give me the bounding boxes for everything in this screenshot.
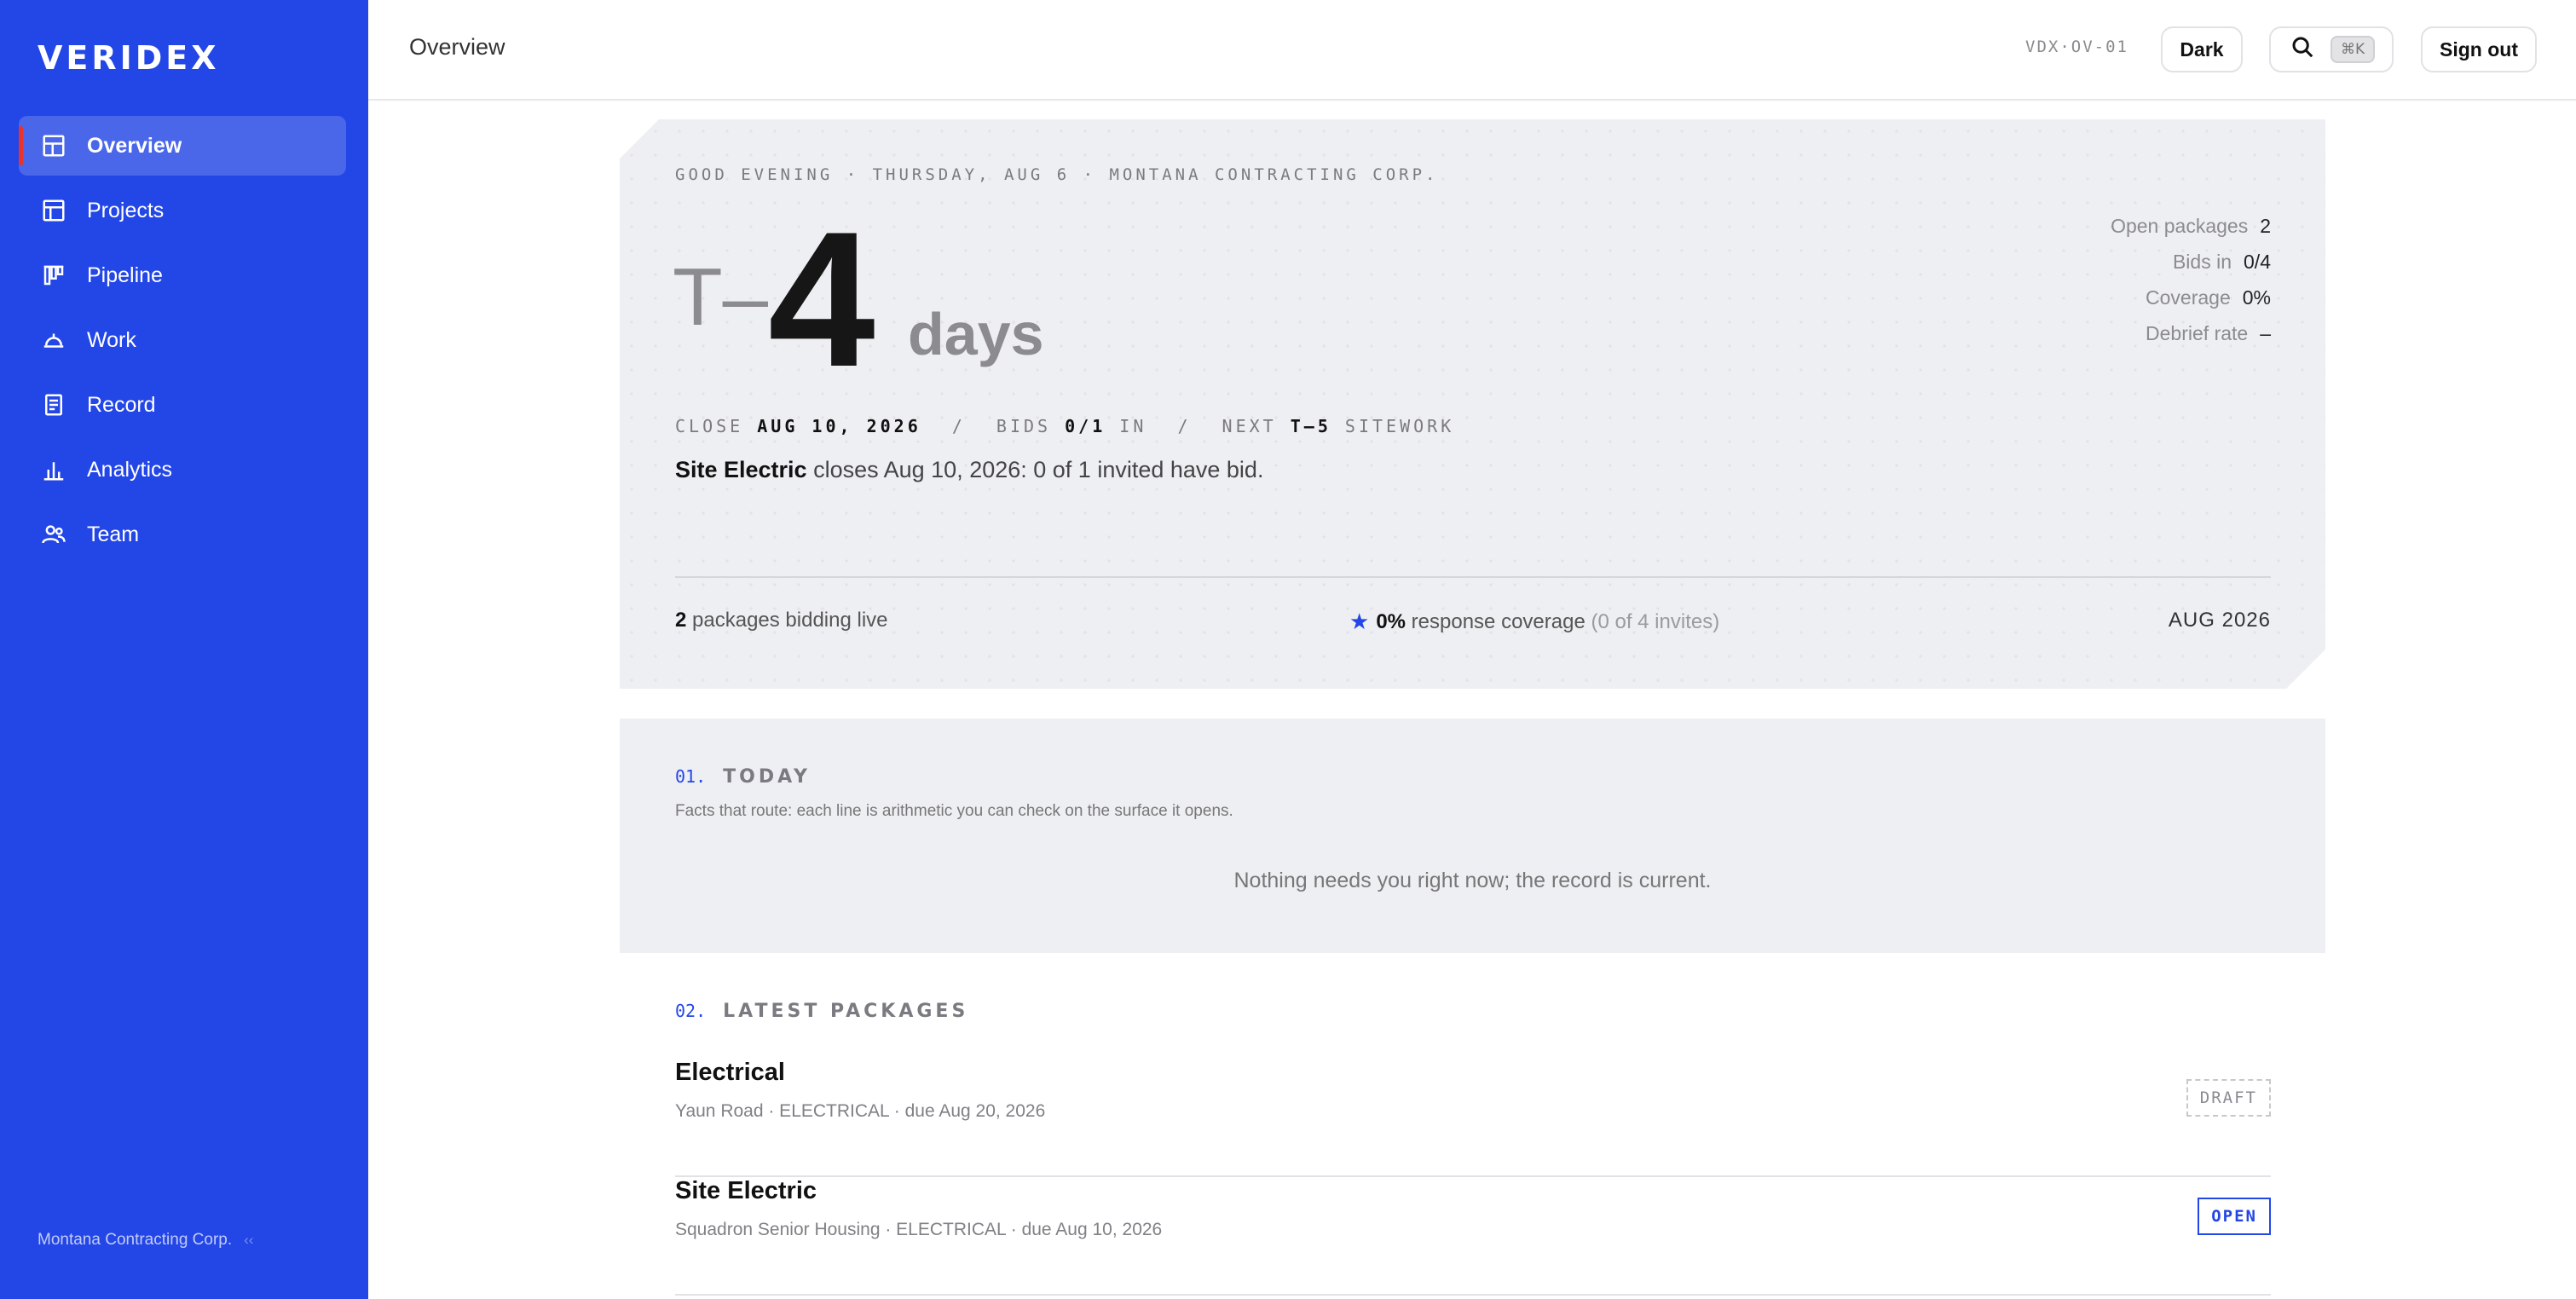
greeting-line: GOOD EVENING · THURSDAY, AUG 6 · MONTANA…: [675, 165, 1439, 184]
stat-value: 2: [2260, 215, 2271, 237]
divider: [675, 576, 2271, 578]
close-summary[interactable]: Site Electric closes Aug 10, 2026: 0 of …: [675, 457, 1263, 483]
coverage-text: response coverage: [1406, 609, 1591, 633]
close-meta-line: CLOSE AUG 10, 2026 / BIDS 0/1 IN / NEXT …: [675, 416, 1454, 436]
stat-label: Coverage: [2146, 286, 2231, 309]
section-number: 02.: [675, 1001, 707, 1021]
next-suffix: SITEWORK: [1344, 416, 1455, 436]
sidebar-item-pipeline[interactable]: Pipeline: [19, 245, 346, 305]
sidebar-item-label: Team: [87, 522, 140, 546]
sidebar-item-label: Pipeline: [87, 263, 163, 287]
sidebar-item-analytics[interactable]: Analytics: [19, 440, 346, 499]
table-icon: [41, 198, 66, 223]
star-icon: ★: [1349, 609, 1370, 634]
page-title: Overview: [409, 34, 505, 60]
collapse-icon[interactable]: ‹‹: [244, 1232, 253, 1249]
sidebar-item-projects[interactable]: Projects: [19, 181, 346, 240]
kanban-icon: [41, 263, 66, 288]
stat-open-packages[interactable]: Open packages 2: [2111, 208, 2271, 244]
countdown-unit: days: [908, 301, 1044, 367]
topbar: Overview VDX·OV-01 Dark ⌘K Sign out: [368, 0, 2576, 101]
bar-chart-icon: [41, 457, 66, 482]
package-meta: Squadron Senior Housing · ELECTRICAL · d…: [675, 1220, 1163, 1239]
stat-coverage[interactable]: Coverage 0%: [2111, 280, 2271, 315]
sidebar-item-team[interactable]: Team: [19, 505, 346, 564]
stat-label: Debrief rate: [2146, 322, 2249, 344]
coverage-detail: (0 of 4 invites): [1591, 609, 1720, 633]
section-header: 01. TODAY: [675, 766, 811, 788]
separator: /: [951, 416, 966, 436]
sidebar-item-work[interactable]: Work: [19, 310, 346, 370]
stat-bids-in[interactable]: Bids in 0/4: [2111, 244, 2271, 280]
bids-suffix: IN: [1119, 416, 1147, 436]
stats-list: Open packages 2 Bids in 0/4 Coverage 0% Deb…: [2111, 208, 2271, 351]
sidebar-item-label: Overview: [87, 133, 182, 158]
sidebar-item-label: Record: [87, 392, 156, 417]
sign-out-button[interactable]: Sign out: [2421, 26, 2537, 72]
package-name: Site Electric: [675, 1177, 817, 1204]
shortcut-badge: ⌘K: [2331, 36, 2376, 63]
sidebar-nav: Overview Projects Pipeline Work Record A…: [19, 116, 346, 569]
section-header: 02. LATEST PACKAGES: [675, 1001, 968, 1022]
package-row[interactable]: Electrical Yaun Road · ELECTRICAL · due …: [675, 1059, 2271, 1177]
brand-logo[interactable]: VERIDEX: [38, 39, 220, 77]
live-count: 2: [675, 609, 687, 632]
sidebar-item-overview[interactable]: Overview: [19, 116, 346, 176]
sidebar: VERIDEX Overview Projects Pipeline Work: [0, 0, 368, 1299]
next-label: NEXT: [1222, 416, 1277, 436]
package-name: Electrical: [675, 1059, 785, 1086]
today-section: 01. TODAY Facts that route: each line is…: [620, 719, 2325, 953]
next-value: T–5: [1290, 416, 1331, 436]
status-badge: OPEN: [2198, 1198, 2271, 1235]
section-title: TODAY: [723, 766, 811, 788]
hardhat-icon: [41, 327, 66, 353]
coverage-value: 0%: [1376, 609, 1406, 633]
layout-icon: [41, 133, 66, 159]
page-code: VDX·OV-01: [2025, 38, 2128, 56]
bids-label: BIDS: [996, 416, 1052, 436]
countdown-prefix: T–: [673, 251, 769, 343]
stat-label: Bids in: [2172, 251, 2232, 273]
stat-value: 0/4: [2244, 251, 2271, 273]
close-date: AUG 10, 2026: [757, 416, 921, 436]
summary-package: Site Electric: [675, 457, 807, 482]
countdown-number: 4: [768, 191, 875, 407]
section-number: 01.: [675, 766, 707, 787]
sidebar-item-record[interactable]: Record: [19, 375, 346, 435]
search-icon: [2290, 34, 2315, 65]
sidebar-item-label: Work: [87, 327, 136, 352]
response-coverage: ★ 0% response coverage (0 of 4 invites): [1349, 609, 1719, 635]
period-label: AUG 2026: [2168, 609, 2271, 632]
empty-state: Nothing needs you right now; the record …: [1233, 869, 1712, 892]
live-packages: 2 packages bidding live: [675, 609, 888, 632]
hero-card: GOOD EVENING · THURSDAY, AUG 6 · MONTANA…: [620, 119, 2325, 689]
stat-value: –: [2260, 322, 2271, 344]
sidebar-item-label: Analytics: [87, 457, 173, 482]
latest-packages-section: 02. LATEST PACKAGES Electrical Yaun Road…: [620, 980, 2325, 1299]
dark-mode-button[interactable]: Dark: [2161, 26, 2243, 72]
package-row[interactable]: Site Electric Squadron Senior Housing · …: [675, 1177, 2271, 1296]
status-badge: DRAFT: [2186, 1079, 2271, 1117]
summary-text: closes Aug 10, 2026: 0 of 1 invited have…: [806, 457, 1264, 482]
sidebar-footer: Montana Contracting Corp. ‹‹: [38, 1231, 253, 1250]
users-icon: [41, 522, 66, 547]
package-meta: Yaun Road · ELECTRICAL · due Aug 20, 202…: [675, 1101, 1046, 1121]
sidebar-item-label: Projects: [87, 198, 165, 222]
live-text: packages bidding live: [686, 609, 888, 632]
stat-debrief-rate[interactable]: Debrief rate –: [2111, 315, 2271, 351]
org-name: Montana Contracting Corp.: [38, 1231, 233, 1249]
search-button[interactable]: ⌘K: [2269, 26, 2394, 72]
stat-label: Open packages: [2111, 215, 2249, 237]
stat-value: 0%: [2242, 286, 2271, 309]
separator: /: [1177, 416, 1192, 436]
section-subtitle: Facts that route: each line is arithmeti…: [675, 802, 1233, 820]
document-icon: [41, 392, 66, 418]
close-label: CLOSE: [675, 416, 744, 436]
section-title: LATEST PACKAGES: [723, 1001, 969, 1022]
bids-value: 0/1: [1065, 416, 1106, 436]
